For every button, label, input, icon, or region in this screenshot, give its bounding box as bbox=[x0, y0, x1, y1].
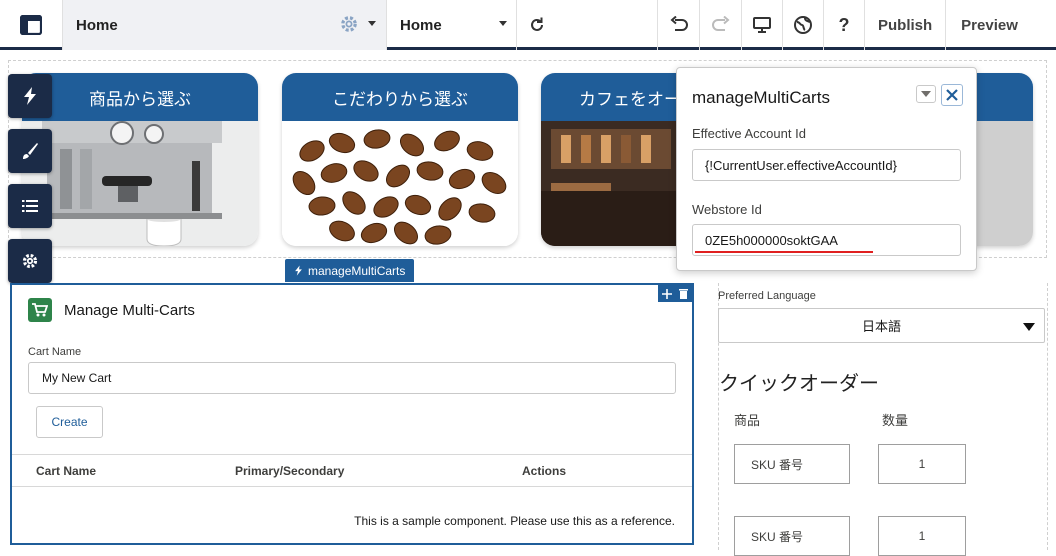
components-button[interactable] bbox=[8, 74, 52, 118]
publish-button[interactable]: Publish bbox=[865, 0, 947, 50]
carts-table-header: Cart Name Primary/Secondary Actions bbox=[12, 454, 692, 487]
chevron-down-icon bbox=[499, 21, 507, 26]
column-actions: Actions bbox=[522, 464, 567, 478]
effective-account-label: Effective Account Id bbox=[692, 126, 806, 141]
brush-icon bbox=[23, 143, 38, 159]
move-icon[interactable] bbox=[661, 288, 672, 299]
sku-input[interactable]: SKU 番号 bbox=[734, 444, 850, 484]
list-icon bbox=[22, 200, 38, 212]
chevron-down-icon[interactable] bbox=[368, 21, 376, 26]
refresh-button[interactable] bbox=[517, 0, 658, 50]
quantity-header: 数量 bbox=[882, 413, 909, 428]
espresso-machine-image bbox=[22, 121, 258, 246]
cart-icon bbox=[28, 298, 52, 322]
page-dropdown-label: Home bbox=[400, 16, 442, 34]
gear-icon bbox=[22, 253, 38, 269]
component-title: Manage Multi-Carts bbox=[64, 302, 195, 319]
effective-account-field[interactable]: {!CurrentUser.effectiveAccountId} bbox=[692, 149, 961, 181]
product-header: 商品 bbox=[734, 413, 761, 428]
tile-products[interactable]: 商品から選ぶ bbox=[22, 73, 258, 246]
device-preview-button[interactable] bbox=[742, 0, 783, 50]
component-tag-label: manageMultiCarts bbox=[308, 263, 406, 278]
theme-button[interactable] bbox=[8, 129, 52, 173]
quick-order-title: クイックオーダー bbox=[719, 373, 879, 395]
language-button[interactable] bbox=[783, 0, 824, 50]
builder-toolbar: Home Home ? Publish Preview bbox=[0, 0, 1056, 50]
cart-name-label: Cart Name bbox=[28, 346, 82, 358]
manage-multi-carts-component[interactable]: Manage Multi-Carts Cart Name My New Cart… bbox=[10, 283, 694, 545]
undo-icon bbox=[669, 16, 688, 31]
pages-button[interactable] bbox=[8, 184, 52, 228]
highlight-underline bbox=[695, 251, 873, 253]
builder-side-tools bbox=[8, 74, 52, 294]
page-selector-label: Home bbox=[76, 16, 118, 34]
chevron-down-icon bbox=[921, 91, 931, 97]
component-properties-panel: manageMultiCarts Effective Account Id {!… bbox=[676, 67, 977, 271]
redo-icon bbox=[711, 16, 730, 31]
page-selector[interactable]: Home bbox=[63, 0, 387, 50]
redo-button[interactable] bbox=[700, 0, 742, 50]
preferred-language-value: 日本語 bbox=[861, 319, 901, 334]
desktop-icon bbox=[753, 17, 771, 33]
panel-title: manageMultiCarts bbox=[692, 88, 830, 107]
column-cart-name: Cart Name bbox=[36, 464, 97, 478]
page-dropdown[interactable]: Home bbox=[387, 0, 517, 50]
trash-icon[interactable] bbox=[679, 288, 689, 299]
panel-menu-button[interactable] bbox=[916, 85, 936, 103]
coffee-beans-image bbox=[282, 121, 518, 246]
component-tag[interactable]: manageMultiCarts bbox=[285, 259, 415, 282]
page-settings-gear-icon[interactable] bbox=[339, 14, 359, 34]
column-primary-secondary: Primary/Secondary bbox=[235, 464, 345, 478]
preferred-language-select[interactable]: 日本語 bbox=[718, 308, 1045, 343]
undo-button[interactable] bbox=[658, 0, 700, 50]
component-corner-tools bbox=[658, 285, 692, 302]
quantity-input[interactable]: 1 bbox=[878, 444, 966, 484]
layout-panel-icon bbox=[20, 15, 42, 35]
sku-input[interactable]: SKU 番号 bbox=[734, 516, 850, 556]
preferred-language-label: Preferred Language bbox=[718, 290, 816, 302]
quantity-input[interactable]: 1 bbox=[878, 516, 966, 556]
refresh-icon bbox=[531, 17, 543, 31]
settings-button[interactable] bbox=[8, 239, 52, 283]
sample-note: This is a sample component. Please use t… bbox=[354, 514, 675, 528]
create-button[interactable]: Create bbox=[36, 406, 103, 438]
preview-button[interactable]: Preview bbox=[946, 0, 1030, 50]
panel-close-button[interactable] bbox=[941, 84, 963, 106]
tile-label: 商品から選ぶ bbox=[22, 73, 258, 121]
close-icon bbox=[946, 89, 958, 101]
question-icon: ? bbox=[838, 14, 850, 35]
webstore-label: Webstore Id bbox=[692, 202, 762, 217]
panel-toggle-button[interactable] bbox=[0, 0, 63, 50]
cart-name-input[interactable]: My New Cart bbox=[28, 362, 676, 394]
help-button[interactable]: ? bbox=[824, 0, 865, 50]
chevron-down-icon bbox=[1023, 323, 1035, 331]
globe-icon bbox=[794, 16, 812, 34]
lightning-icon bbox=[295, 265, 302, 276]
lightning-icon bbox=[24, 87, 36, 105]
tile-preferences[interactable]: こだわりから選ぶ bbox=[282, 73, 518, 246]
tile-label: こだわりから選ぶ bbox=[282, 73, 518, 121]
